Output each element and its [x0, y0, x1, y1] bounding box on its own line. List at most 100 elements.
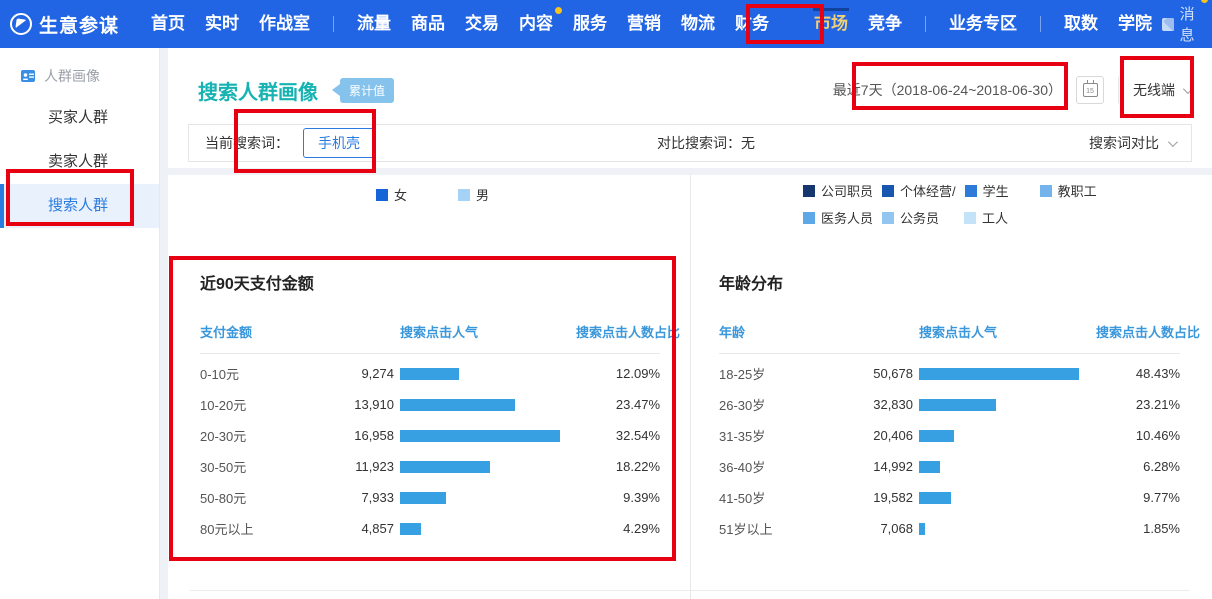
bar: [919, 461, 940, 473]
date-range[interactable]: 最近7天（2018-06-24~2018-06-30）: [833, 80, 1062, 100]
compare-action-label: 搜索词对比: [1089, 133, 1159, 153]
row-percent: 9.77%: [1096, 490, 1180, 505]
bar: [919, 430, 954, 442]
legend-item: 公务员: [882, 208, 939, 227]
column-header[interactable]: 搜索点击人数占比: [576, 322, 660, 341]
nav-divider: [925, 16, 926, 32]
nav-item-realtime[interactable]: 实时: [196, 0, 248, 48]
header-controls: 最近7天（2018-06-24~2018-06-30） 15 无线端: [833, 76, 1190, 104]
calendar-button[interactable]: 15: [1076, 76, 1104, 104]
nav-item-fetch-data[interactable]: 取数: [1055, 0, 1107, 48]
charts-card: 女男 近90天支付金额支付金额搜索点击人气搜索点击人数占比0-10元9,2741…: [168, 175, 1212, 599]
nav-item-market[interactable]: 市场: [805, 0, 857, 48]
compare-action[interactable]: 搜索词对比: [1089, 133, 1175, 153]
legend-item: 医务人员: [803, 208, 873, 227]
nav-item-service[interactable]: 服务: [564, 0, 616, 48]
calendar-icon: 15: [1083, 83, 1098, 97]
sidebar-section-crowd-portrait[interactable]: 人群画像: [0, 48, 159, 96]
table-row: 50-80元7,9339.39%: [200, 482, 660, 513]
row-label: 26-30岁: [719, 395, 829, 414]
sidebar-items: 买家人群卖家人群搜索人群: [0, 96, 159, 228]
table-row: 80元以上4,8574.29%: [200, 513, 660, 544]
panel-gender-payment: 女男 近90天支付金额支付金额搜索点击人气搜索点击人数占比0-10元9,2741…: [168, 175, 690, 599]
panel-occupation-age: 公司职员个体经营/学生教职工 医务人员公务员工人 年龄分布年龄搜索点击人气搜索点…: [691, 175, 1212, 599]
cumulative-badge: 累计值: [332, 78, 394, 103]
row-percent: 6.28%: [1096, 459, 1180, 474]
row-label: 20-30元: [200, 426, 310, 445]
current-term-tag[interactable]: 手机壳: [303, 128, 375, 158]
message-envelope-icon: [1162, 18, 1174, 31]
nav-item-label: 市场: [814, 14, 848, 33]
row-bar: [919, 492, 1090, 504]
nav-item-war-room[interactable]: 作战室: [250, 0, 319, 48]
row-percent: 23.47%: [576, 397, 660, 412]
row-bar: [400, 430, 570, 442]
table-header: 年龄 搜索点击人气搜索点击人数占比: [719, 322, 1180, 354]
row-percent: 23.21%: [1096, 397, 1180, 412]
row-percent: 9.39%: [576, 490, 660, 505]
legend-item: 男: [458, 185, 489, 204]
nav-item-competition[interactable]: 竞争: [859, 0, 911, 48]
nav-item-academy[interactable]: 学院: [1109, 0, 1161, 48]
nav-item-label: 财务: [735, 14, 769, 33]
nav-item-label: 交易: [465, 14, 499, 33]
table-row: 18-25岁50,67848.43%: [719, 358, 1180, 389]
nav-item-trade[interactable]: 交易: [456, 0, 508, 48]
sidebar-item-buyer-crowd[interactable]: 买家人群: [0, 96, 159, 140]
row-label: 30-50元: [200, 457, 310, 476]
table-row: 30-50元11,92318.22%: [200, 451, 660, 482]
row-value: 14,992: [835, 459, 913, 474]
legend-swatch: [458, 189, 470, 201]
legend-label: 女: [394, 185, 407, 204]
sidebar-item-seller-crowd[interactable]: 卖家人群: [0, 140, 159, 184]
section-divider-line: [190, 590, 1190, 591]
row-label: 80元以上: [200, 519, 310, 538]
table-row: 36-40岁14,9926.28%: [719, 451, 1180, 482]
nav-item-label: 物流: [681, 14, 715, 33]
nav-item-product[interactable]: 商品: [402, 0, 454, 48]
device-label: 无线端: [1133, 80, 1175, 100]
legend-swatch: [803, 185, 815, 197]
nav-item-content[interactable]: 内容: [510, 0, 562, 48]
table-rows: 0-10元9,27412.09%10-20元13,91023.47%20-30元…: [200, 358, 660, 544]
nav-item-home[interactable]: 首页: [142, 0, 194, 48]
nav-message[interactable]: 消息: [1162, 3, 1200, 45]
table-row: 20-30元16,95832.54%: [200, 420, 660, 451]
nav-item-traffic[interactable]: 流量: [348, 0, 400, 48]
nav-item-label: 实时: [205, 14, 239, 33]
column-header[interactable]: 搜索点击人气: [919, 322, 1090, 341]
sidebar: 人群画像 买家人群卖家人群搜索人群: [0, 48, 160, 599]
bar: [919, 523, 925, 535]
row-label: 10-20元: [200, 395, 310, 414]
row-bar: [919, 461, 1090, 473]
nav-item-label: 商品: [411, 14, 445, 33]
table-row: 41-50岁19,5829.77%: [719, 482, 1180, 513]
header-card: 搜索人群画像 累计值 最近7天（2018-06-24~2018-06-30） 1…: [168, 48, 1212, 168]
row-percent: 1.85%: [1096, 521, 1180, 536]
bar: [400, 461, 490, 473]
search-term-bar: 当前搜索词： 手机壳 对比搜索词：无 搜索词对比: [188, 124, 1192, 162]
bar: [400, 399, 515, 411]
row-percent: 18.22%: [576, 459, 660, 474]
legend-swatch: [803, 212, 815, 224]
column-header[interactable]: 支付金额: [200, 322, 310, 341]
row-bar: [400, 368, 570, 380]
device-dropdown[interactable]: 无线端: [1133, 80, 1190, 100]
table-row: 31-35岁20,40610.46%: [719, 420, 1180, 451]
nav-item-marketing[interactable]: 营销: [618, 0, 670, 48]
sidebar-item-search-crowd[interactable]: 搜索人群: [0, 184, 159, 228]
nav-item-finance[interactable]: 财务: [726, 0, 778, 48]
row-percent: 4.29%: [576, 521, 660, 536]
row-value: 7,068: [835, 521, 913, 536]
row-value: 32,830: [835, 397, 913, 412]
row-value: 20,406: [835, 428, 913, 443]
column-header[interactable]: 年龄: [719, 322, 829, 341]
row-bar: [400, 461, 570, 473]
legend-label: 公务员: [900, 208, 939, 227]
nav-item-label: 业务专区: [949, 14, 1017, 33]
column-header[interactable]: 搜索点击人气: [400, 322, 570, 341]
nav-item-logistics[interactable]: 物流: [672, 0, 724, 48]
nav-item-biz-zone[interactable]: 业务专区: [940, 0, 1026, 48]
column-header[interactable]: 搜索点击人数占比: [1096, 322, 1180, 341]
brand[interactable]: 生意参谋: [10, 11, 119, 38]
